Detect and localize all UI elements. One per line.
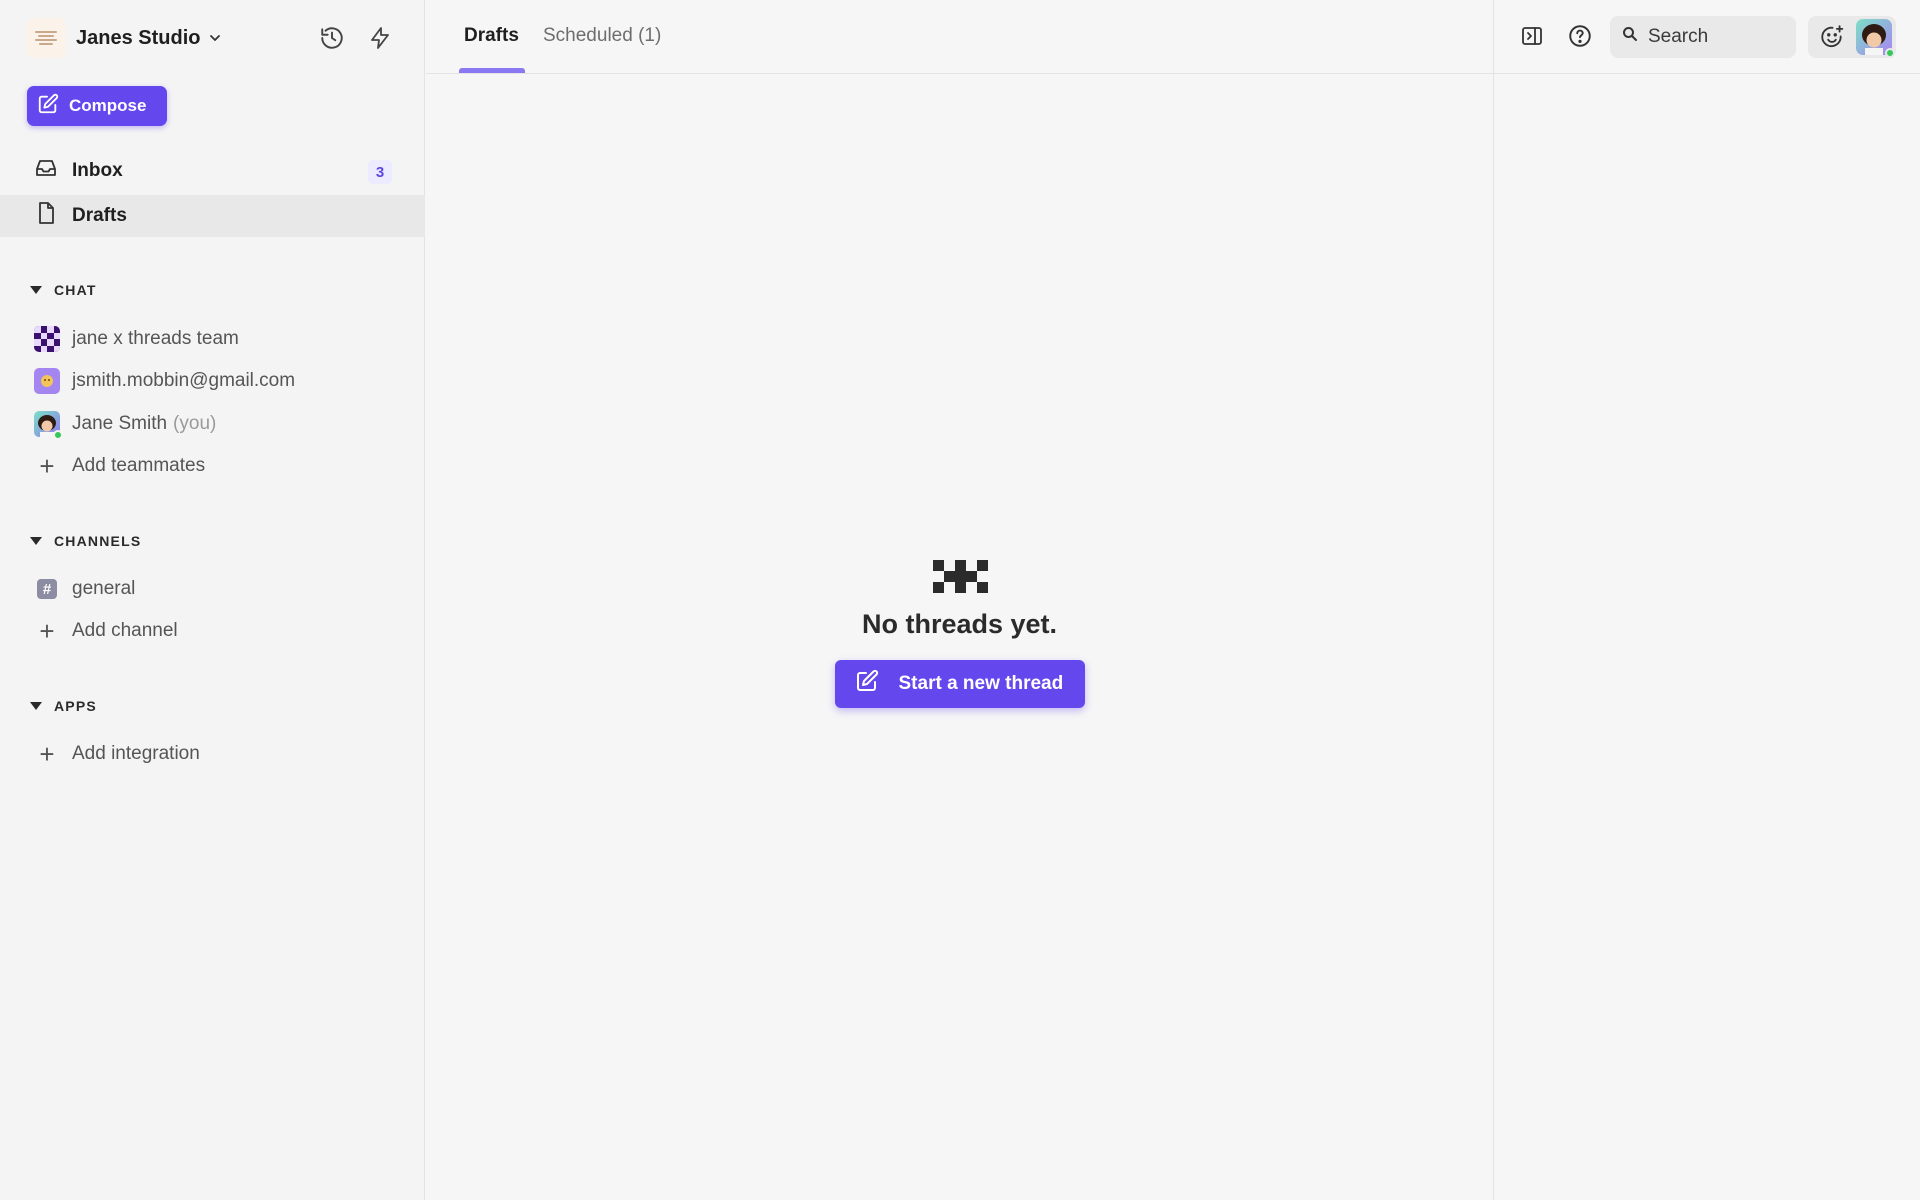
- tab-drafts[interactable]: Drafts: [464, 20, 519, 52]
- file-icon: [34, 201, 58, 231]
- chat-item-team[interactable]: jane x threads team: [34, 322, 239, 356]
- chat-item-label: Jane Smith (you): [72, 413, 217, 434]
- section-apps-header[interactable]: APPS: [30, 698, 97, 714]
- section-chat-header[interactable]: CHAT: [30, 282, 97, 298]
- main-panel: Drafts Scheduled (1) No threads yet. Sta…: [426, 0, 1493, 1200]
- section-chat-title: CHAT: [54, 282, 97, 298]
- caret-down-icon: [30, 286, 42, 294]
- chat-item-label: jsmith.mobbin@gmail.com: [72, 370, 296, 391]
- empty-state: No threads yet. Start a new thread: [426, 560, 1493, 708]
- plus-icon: +: [39, 739, 55, 769]
- add-channel-button[interactable]: + Add channel: [34, 614, 178, 648]
- section-channels-title: CHANNELS: [54, 533, 142, 549]
- caret-down-icon: [30, 702, 42, 710]
- search-input[interactable]: Search: [1610, 16, 1796, 58]
- online-status-dot: [53, 430, 63, 440]
- user-avatar: [34, 368, 60, 394]
- user-avatar: [34, 411, 63, 440]
- start-new-thread-button[interactable]: Start a new thread: [834, 660, 1085, 708]
- current-user-avatar[interactable]: [1856, 19, 1895, 58]
- unread-count-badge: 3: [368, 160, 392, 184]
- you-suffix: (you): [173, 413, 217, 434]
- add-integration-button[interactable]: + Add integration: [34, 737, 200, 771]
- search-placeholder: Search: [1648, 26, 1709, 47]
- panel-toggle-icon[interactable]: [1516, 20, 1548, 52]
- plus-icon: +: [39, 616, 55, 646]
- workspace-logo[interactable]: [26, 18, 66, 58]
- workspace-name[interactable]: Janes Studio: [76, 27, 200, 50]
- app-root: Janes Studio Compose Inbox 3 Drafts CHAT…: [0, 0, 1920, 1200]
- history-icon[interactable]: [316, 22, 348, 54]
- channel-item-general[interactable]: # general: [34, 572, 135, 606]
- inbox-icon: [34, 156, 58, 186]
- edit-icon: [37, 93, 59, 120]
- add-integration-label: Add integration: [72, 743, 200, 764]
- add-reaction-icon[interactable]: [1816, 21, 1848, 53]
- add-teammates-button[interactable]: + Add teammates: [34, 449, 205, 483]
- workspace-header: Janes Studio: [26, 18, 396, 58]
- right-panel: Search: [1493, 0, 1920, 1200]
- hash-icon: #: [34, 576, 60, 602]
- plus-icon: +: [39, 451, 55, 481]
- compose-button[interactable]: Compose: [27, 86, 167, 126]
- nav-drafts-label: Drafts: [72, 205, 127, 226]
- threads-logo-icon: [932, 560, 988, 596]
- nav-item-inbox[interactable]: Inbox 3: [0, 150, 425, 192]
- chat-item-self[interactable]: Jane Smith (you): [34, 407, 216, 441]
- search-icon: [1622, 26, 1638, 48]
- bolt-icon[interactable]: [364, 22, 396, 54]
- chat-item-jsmith[interactable]: jsmith.mobbin@gmail.com: [34, 364, 295, 398]
- workspace-actions: [316, 18, 396, 58]
- channel-item-label: general: [72, 578, 136, 599]
- team-avatar: [34, 326, 60, 352]
- active-tab-indicator: [459, 68, 525, 73]
- tab-scheduled[interactable]: Scheduled (1): [543, 20, 661, 52]
- section-apps-title: APPS: [54, 698, 97, 714]
- caret-down-icon: [30, 537, 42, 545]
- empty-state-title: No threads yet.: [861, 609, 1058, 639]
- sidebar: Janes Studio Compose Inbox 3 Drafts CHAT…: [0, 0, 425, 1200]
- nav-item-drafts[interactable]: Drafts: [0, 195, 425, 237]
- section-channels-header[interactable]: CHANNELS: [30, 533, 141, 549]
- tab-bar: Drafts Scheduled (1): [426, 0, 1493, 74]
- add-teammates-label: Add teammates: [72, 455, 206, 476]
- online-status-dot: [1885, 48, 1895, 58]
- start-new-thread-label: Start a new thread: [898, 673, 1064, 694]
- help-icon[interactable]: [1564, 20, 1596, 52]
- chat-item-label: jane x threads team: [72, 328, 239, 349]
- compose-label: Compose: [69, 96, 147, 115]
- chevron-down-icon[interactable]: [208, 31, 222, 45]
- add-channel-label: Add channel: [72, 620, 178, 641]
- top-right-toolbar: Search: [1494, 0, 1920, 74]
- edit-icon: [855, 669, 879, 699]
- nav-inbox-label: Inbox: [72, 160, 123, 181]
